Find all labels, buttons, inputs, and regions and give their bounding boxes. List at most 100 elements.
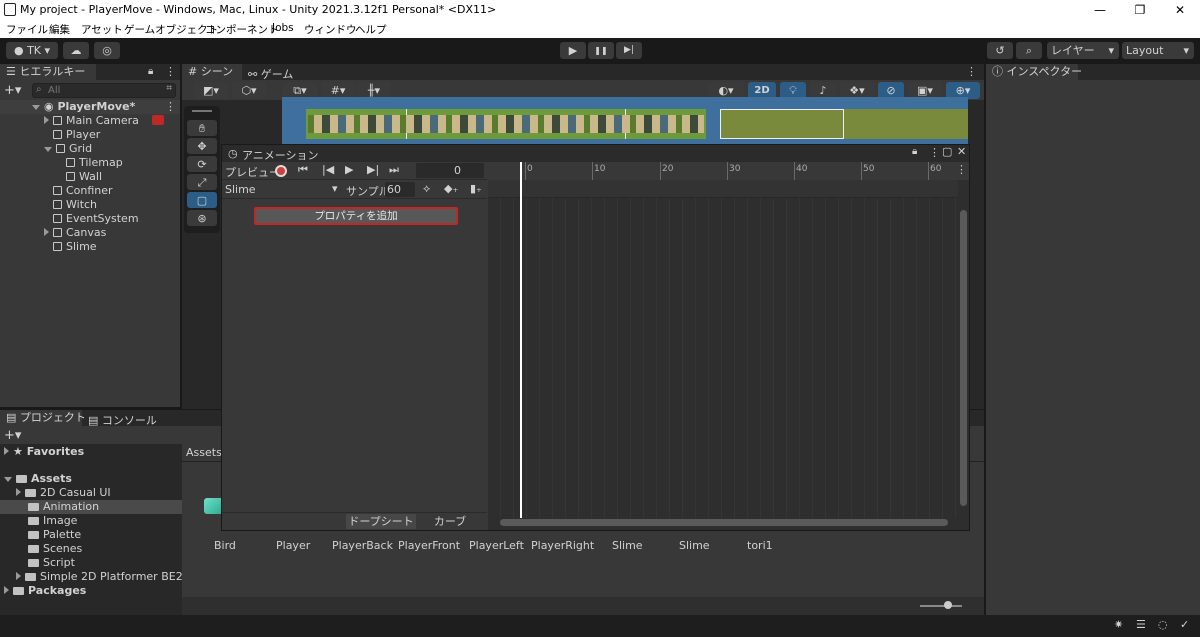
menu-component[interactable]: コンポーネント (205, 22, 279, 37)
expand-icon[interactable] (44, 116, 49, 124)
next-key-icon[interactable]: ▶| (367, 163, 379, 176)
assets-item[interactable]: Assets (4, 472, 72, 486)
asset-item[interactable]: PlayerBack (332, 539, 393, 553)
list-item[interactable]: Confiner (53, 184, 113, 198)
scene-more-icon[interactable]: ⋮ (165, 100, 176, 113)
close-icon[interactable]: ✕ (957, 145, 966, 158)
add-icon[interactable]: +▾ (4, 83, 21, 98)
list-item[interactable]: Tilemap (66, 156, 123, 170)
tab-project[interactable]: ▤ プロジェクト (0, 410, 86, 426)
asset-item[interactable]: Slime (679, 539, 710, 553)
progress-icon[interactable]: ◌ (1158, 618, 1168, 631)
playhead[interactable] (520, 162, 522, 518)
pause-button[interactable]: ❚❚ (588, 42, 614, 59)
list-item[interactable]: Slime (53, 240, 97, 254)
list-item[interactable]: Witch (53, 198, 97, 212)
vertical-scrollbar[interactable] (960, 210, 967, 506)
asset-item[interactable]: Bird (214, 539, 236, 553)
last-key-icon[interactable]: ⏭︎ (389, 163, 399, 177)
record-button[interactable] (275, 165, 287, 177)
more-menu-icon[interactable]: ⋮ (929, 146, 940, 159)
zoom-slider-thumb[interactable] (944, 601, 952, 609)
list-item[interactable]: EventSystem (53, 212, 139, 226)
lock-icon[interactable]: 🔒︎ (912, 146, 917, 157)
add-keyframe-icon[interactable]: ◆₊ (444, 182, 458, 195)
scene-more-icon[interactable]: ⋮ (966, 65, 977, 78)
menu-help[interactable]: ヘルプ (355, 22, 387, 37)
play-icon[interactable]: ▶ (345, 163, 353, 176)
folder-item[interactable]: Palette (28, 528, 81, 542)
menu-edit[interactable]: 編集 (49, 22, 70, 37)
rect-tool-icon[interactable]: ▢ (187, 192, 217, 208)
zoom-slider[interactable] (920, 605, 962, 607)
sample-rate-field[interactable]: 60 (385, 182, 415, 197)
prev-key-icon[interactable]: |◀ (322, 163, 334, 176)
maximize-button[interactable]: ❐ (1120, 0, 1160, 20)
close-button[interactable]: ✕ (1160, 0, 1200, 20)
filter-icon[interactable]: ⌗ (166, 83, 172, 94)
add-property-button[interactable]: プロパティを追加 (254, 207, 458, 225)
preview-toggle[interactable]: プレビュー (225, 164, 280, 180)
add-event-icon[interactable]: ▮₊ (470, 182, 482, 195)
layers-stack-icon[interactable]: ☰ (1136, 618, 1146, 631)
rotate-tool-icon[interactable]: ⟳ (187, 156, 217, 172)
menu-assets[interactable]: アセット (81, 22, 123, 37)
asset-item[interactable]: Slime (612, 539, 643, 553)
folder-item[interactable]: Scenes (28, 542, 82, 556)
cloud-icon[interactable]: ☁ (63, 42, 89, 59)
cube-dropdown-icon[interactable]: ⬡▾ (232, 82, 266, 99)
list-item[interactable]: Wall (66, 170, 102, 184)
menu-file[interactable]: ファイル (6, 22, 48, 37)
dopesheet-area[interactable]: 0 10 20 30 40 50 60 ⋮ (488, 162, 969, 530)
check-icon[interactable]: ✓ (1180, 618, 1189, 631)
list-item[interactable]: Player (53, 128, 100, 142)
draw-mode-icon[interactable]: ◩▾ (194, 82, 228, 99)
folder-item[interactable]: Script (28, 556, 75, 570)
maximize-icon[interactable]: ▢ (942, 145, 952, 158)
dopesheet-tab[interactable]: ドープシート (346, 514, 416, 529)
first-key-icon[interactable]: ⏮︎ (298, 163, 308, 177)
account-button[interactable]: ● TK ▾ (6, 42, 58, 59)
asset-item[interactable]: Player (276, 539, 310, 553)
expand-icon[interactable] (4, 477, 12, 482)
create-icon[interactable]: +▾ (4, 428, 21, 443)
search-input[interactable]: ⌕ All ⌗ (32, 83, 176, 98)
minimize-button[interactable]: — (1080, 0, 1120, 20)
layers-dropdown[interactable]: レイヤー ▾ (1047, 42, 1119, 59)
menu-jobs[interactable]: Jobs (272, 22, 294, 34)
palette-handle[interactable] (192, 110, 212, 112)
expand-icon[interactable] (44, 228, 49, 236)
list-item[interactable]: Main Camera (44, 114, 139, 128)
debug-icon[interactable]: ✷ (1114, 618, 1123, 631)
folder-item[interactable]: Image (28, 514, 77, 528)
asset-item[interactable]: tori1 (747, 539, 773, 553)
asset-item[interactable]: PlayerFront (398, 539, 460, 553)
lock-icon[interactable]: 🔒︎ (148, 66, 153, 77)
menu-window[interactable]: ウィンドウ (304, 22, 357, 37)
expand-icon[interactable] (16, 572, 21, 580)
asset-item[interactable]: PlayerRight (531, 539, 594, 553)
list-item[interactable]: Grid (44, 142, 92, 156)
tab-hierarchy[interactable]: ☰ ヒエラルキー (0, 64, 96, 80)
history-icon[interactable]: ↺ (987, 42, 1013, 59)
curves-tab[interactable]: カーブ (418, 514, 482, 529)
favorites-item[interactable]: ★ Favorites (4, 445, 84, 459)
expand-icon[interactable] (4, 447, 9, 455)
tab-scene[interactable]: # シーン (182, 64, 242, 80)
search-icon[interactable]: ⌕ (1016, 42, 1042, 59)
expand-icon[interactable] (4, 586, 9, 594)
more-menu-icon[interactable]: ⋮ (165, 65, 176, 78)
scale-tool-icon[interactable]: ⤢ (187, 174, 217, 190)
packages-item[interactable]: Packages (4, 584, 86, 598)
move-tool-icon[interactable]: ✥ (187, 138, 217, 154)
animation-titlebar[interactable]: ◷ アニメーション 🔒︎ ⋮ ▢ ✕ (222, 145, 969, 162)
event-track[interactable] (488, 180, 958, 198)
layout-dropdown[interactable]: Layout ▾ (1122, 42, 1194, 59)
play-button[interactable]: ▶ (560, 42, 586, 59)
keyframe-filter-icon[interactable]: ⟡ (423, 182, 430, 196)
folder-item-selected[interactable]: Animation (0, 500, 182, 514)
scene-root[interactable]: ◉ PlayerMove* (0, 100, 180, 114)
clip-dropdown[interactable]: Slime ▾ (224, 182, 342, 197)
timeline-ruler[interactable]: 0 10 20 30 40 50 60 ⋮ (488, 162, 969, 180)
folder-item[interactable]: 2D Casual UI (16, 486, 111, 500)
